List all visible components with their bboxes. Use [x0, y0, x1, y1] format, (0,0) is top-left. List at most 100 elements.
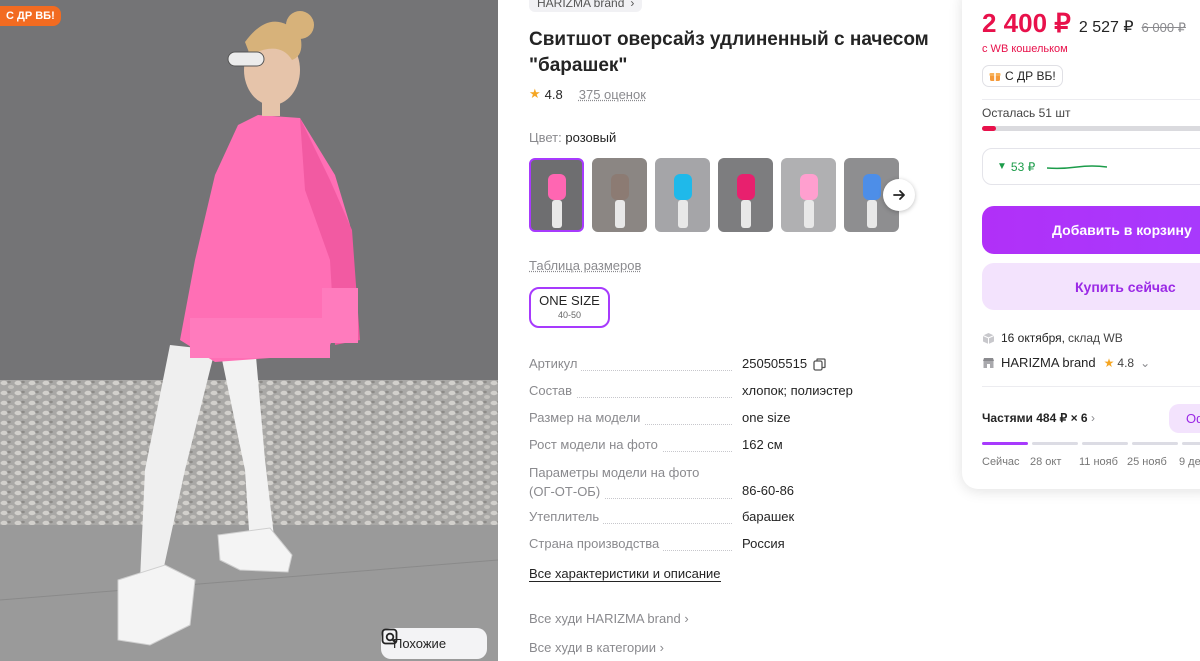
- schedule-date: 11 нояб: [1079, 456, 1118, 468]
- color-swatch[interactable]: [718, 158, 773, 232]
- color-label: Цвет: розовый: [529, 130, 616, 145]
- schedule-date: 28 окт: [1030, 456, 1062, 468]
- chevron-right-icon: ›: [1090, 411, 1095, 425]
- schedule-date: 9 де: [1179, 456, 1200, 468]
- installment-segment: [1032, 442, 1078, 445]
- divider: [982, 99, 1200, 100]
- size-label: ONE SIZE: [539, 293, 600, 308]
- spec-value: 250505515: [742, 356, 808, 371]
- chevron-down-icon: ⌄: [1140, 355, 1151, 370]
- stock-text: Осталась 51 шт: [982, 106, 1071, 120]
- buy-now-button[interactable]: Купить сейчас: [982, 263, 1200, 310]
- copy-icon[interactable]: [813, 357, 826, 371]
- price-drop-value: 53 ₽: [1010, 159, 1036, 174]
- chevron-right-icon: ›: [684, 611, 689, 626]
- spec-row: Артикул 250505515: [529, 355, 939, 382]
- arrow-right-icon: [893, 190, 905, 200]
- price-row: 2 400 ₽ 2 527 ₽ 6 000 ₽: [982, 8, 1186, 39]
- swatch-thumbnail: [799, 174, 818, 200]
- spec-key: Параметры модели на фото (ОГ-ОТ-ОБ): [529, 465, 700, 499]
- size-option-one-size[interactable]: ONE SIZE 40-50: [529, 287, 610, 328]
- promo-tag: С ДР ВБ!: [982, 65, 1063, 87]
- spec-value: барашек: [742, 509, 795, 524]
- color-label-key: Цвет:: [529, 130, 562, 145]
- color-swatch[interactable]: [592, 158, 647, 232]
- installment-segment: [982, 442, 1028, 445]
- color-swatch[interactable]: [529, 158, 584, 232]
- spec-key: Размер на модели: [529, 410, 645, 425]
- swatch-thumbnail-legs: [677, 200, 688, 228]
- color-swatch[interactable]: [781, 158, 836, 232]
- spec-key: Страна производства: [529, 536, 664, 551]
- category-link[interactable]: Все худи в категории ›: [529, 640, 664, 655]
- delivery-info: 16 октября, склад WB: [982, 331, 1123, 345]
- spec-key: Рост модели на фото: [529, 437, 662, 452]
- seller-name: HARIZMA brand: [1001, 355, 1096, 370]
- schedule-date: Сейчас: [982, 456, 1020, 468]
- installments-label[interactable]: Частями 484 ₽ × 6 ›: [982, 411, 1095, 425]
- brand-category-link[interactable]: Все худи HARIZMA brand ›: [529, 611, 689, 626]
- product-photo[interactable]: С ДР ВБ! Похожие: [0, 0, 498, 661]
- seller-info[interactable]: HARIZMA brand ★ 4.8 ⌄: [982, 355, 1150, 370]
- search-similar-icon: [381, 628, 398, 645]
- spec-value: 86-60-86: [742, 483, 795, 498]
- spec-row: Утеплитель барашек: [529, 508, 939, 535]
- color-swatch[interactable]: [655, 158, 710, 232]
- price-history-button[interactable]: ▼ 53 ₽: [982, 148, 1200, 185]
- chevron-right-icon: ›: [630, 0, 635, 10]
- brand-category-label: Все худи HARIZMA brand: [529, 611, 681, 626]
- installment-segment: [1082, 442, 1128, 445]
- delivery-date: 16 октября,: [1001, 331, 1065, 345]
- stock-bar: [982, 126, 1200, 131]
- spec-row: Параметры модели на фото (ОГ-ОТ-ОБ) 86-6…: [529, 463, 939, 508]
- color-swatches: [529, 158, 899, 232]
- promo-badge: С ДР ВБ!: [0, 6, 61, 26]
- reviews-link[interactable]: 375 оценок: [579, 87, 646, 102]
- stock-bar-fill: [982, 126, 997, 131]
- swatch-thumbnail-legs: [803, 200, 814, 228]
- add-to-cart-button[interactable]: Добавить в корзину: [982, 206, 1200, 254]
- size-table-link[interactable]: Таблица размеров: [529, 258, 641, 273]
- installments-progress: [982, 442, 1200, 445]
- similar-button[interactable]: Похожие: [381, 628, 487, 659]
- model-photo-illustration: [0, 0, 498, 661]
- brand-name: HARIZMA brand: [537, 0, 625, 10]
- swatch-thumbnail: [547, 174, 566, 200]
- swatch-thumbnail-legs: [866, 200, 877, 228]
- buy-card: 2 400 ₽ 2 527 ₽ 6 000 ₽ с WB кошельком С…: [962, 0, 1200, 489]
- installments-button[interactable]: Оф: [1169, 404, 1200, 433]
- promo-tag-label: С ДР ВБ!: [1005, 69, 1056, 83]
- seller-rating: 4.8: [1117, 355, 1135, 370]
- brand-link[interactable]: HARIZMA brand ›: [529, 0, 643, 12]
- installment-segment: [1182, 442, 1200, 445]
- swatches-next-button[interactable]: [883, 179, 915, 211]
- price-current: 2 400 ₽: [982, 8, 1071, 38]
- size-range: 40-50: [557, 310, 582, 320]
- rating-value: 4.8: [544, 86, 563, 102]
- spec-key: Состав: [529, 383, 577, 398]
- specs-table: Артикул 250505515 Состав хлопок; полиэст…: [529, 355, 939, 562]
- spec-value: one size: [742, 410, 791, 425]
- star-icon: ★: [1103, 355, 1115, 370]
- price-trend-sparkline: [1047, 164, 1108, 169]
- spec-value: 162 см: [742, 437, 783, 452]
- swatch-thumbnail: [610, 174, 629, 200]
- installment-segment: [1132, 442, 1178, 445]
- divider: [982, 386, 1200, 387]
- spec-value: хлопок; полиэстер: [742, 383, 853, 398]
- spec-row: Размер на модели one size: [529, 409, 939, 436]
- swatch-thumbnail-legs: [614, 200, 625, 228]
- spec-key: Артикул: [529, 356, 582, 371]
- product-title: Свитшот оверсайз удлиненный с начесом "б…: [529, 29, 929, 76]
- spec-row: Состав хлопок; полиэстер: [529, 382, 939, 409]
- schedule-date: 25 нояб: [1127, 456, 1167, 468]
- spec-row: Рост модели на фото 162 см: [529, 436, 939, 463]
- swatch-thumbnail-legs: [551, 200, 562, 228]
- category-label: Все худи в категории: [529, 640, 656, 655]
- price-original: 6 000 ₽: [1141, 20, 1186, 35]
- box-icon: [982, 332, 995, 344]
- all-specs-link[interactable]: Все характеристики и описание: [529, 566, 721, 582]
- star-icon: ★: [529, 86, 541, 101]
- chevron-right-icon: ›: [659, 640, 664, 655]
- rating-summary: ★ 4.8 375 оценок: [529, 86, 646, 102]
